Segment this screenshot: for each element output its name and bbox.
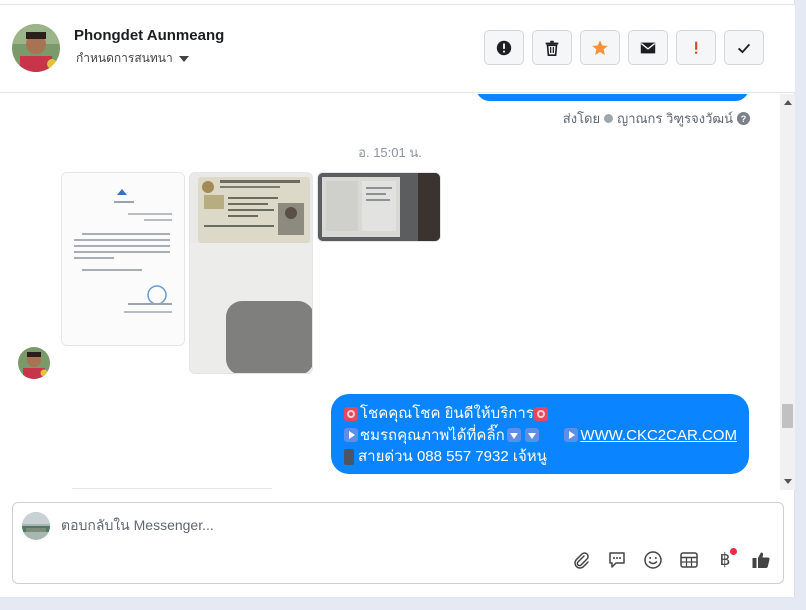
chat-bubble-icon: [609, 552, 625, 568]
star-icon: [592, 39, 608, 55]
play-button-icon: [344, 428, 358, 443]
baht-icon: ฿: [719, 550, 731, 570]
message-timestamp: อ. 15:01 น.: [358, 145, 422, 160]
mark-unread-button[interactable]: [628, 30, 668, 65]
mobile-phone-icon: [344, 448, 354, 465]
message-list[interactable]: ส่งโดย ญาณกร วิฑูรจงวัฒน์ ? อ. 15:01 น.: [0, 94, 780, 490]
attachment-id-card-image[interactable]: [189, 172, 313, 374]
message-line-3: สายด่วน 088 557 7932 เจ้หนู: [344, 446, 737, 468]
down-arrow-icon: [506, 428, 521, 443]
scroll-up-arrow-icon[interactable]: [784, 100, 792, 105]
sender-name: ญาณกร วิฑูรจงวัฒน์: [617, 111, 733, 126]
thumbs-up-icon: [752, 552, 770, 568]
previous-message-bubble: [476, 94, 749, 101]
conversation-header: Phongdet Aunmeang กำหนดการสนทนา: [0, 5, 795, 93]
partial-message-divider: [72, 488, 272, 489]
website-link[interactable]: WWW.CKC2CAR.COM: [580, 425, 737, 447]
play-button-icon: [564, 428, 579, 443]
table-icon: [680, 552, 698, 568]
reply-input[interactable]: [61, 513, 561, 537]
report-button[interactable]: [484, 30, 524, 65]
envelope-icon: [640, 42, 656, 53]
mark-done-button[interactable]: [724, 30, 764, 65]
down-arrow-icon: [524, 428, 539, 443]
check-icon: [737, 43, 751, 53]
notification-dot: [730, 548, 737, 555]
exclamation-icon: [695, 41, 698, 54]
reply-composer: ฿: [12, 502, 784, 584]
message-line-3-text: สายด่วน 088 557 7932 เจ้หนู: [358, 448, 547, 465]
scroll-thumb[interactable]: [782, 404, 793, 428]
help-icon[interactable]: ?: [737, 112, 750, 125]
flag-button[interactable]: [676, 30, 716, 65]
conversation-settings-dropdown[interactable]: กำหนดการสนทนา: [76, 49, 189, 68]
sent-message-bubble[interactable]: โชคคุณโชค ยินดีให้บริการ ชมรถคุณภาพได้ที…: [331, 394, 749, 474]
saved-replies-button[interactable]: [605, 548, 629, 572]
attach-button[interactable]: [569, 548, 593, 572]
message-line-2-text: ชมรถคุณภาพได้ที่คลิ๊ก: [359, 426, 505, 444]
contact-avatar-small[interactable]: [18, 347, 50, 379]
contact-name[interactable]: Phongdet Aunmeang: [74, 27, 224, 44]
sent-by-info: ส่งโดย ญาณกร วิฑูรจงวัฒน์ ?: [563, 108, 750, 129]
star-button[interactable]: [580, 30, 620, 65]
emoji-icon: [644, 551, 662, 569]
message-line-1: โชคคุณโชค ยินดีให้บริการ: [344, 403, 737, 425]
page-verified-icon: [604, 114, 614, 123]
header-actions: [484, 30, 764, 65]
message-line-2: ชมรถคุณภาพได้ที่คลิ๊ก WWW.CKC2CAR.COM: [344, 425, 737, 447]
attachment-document-image[interactable]: [61, 172, 185, 346]
page-avatar: [22, 512, 50, 540]
anger-symbol-icon: [533, 406, 548, 421]
anger-symbol-icon: [344, 406, 358, 421]
trash-icon: [545, 40, 559, 56]
composer-tools: ฿: [569, 548, 773, 572]
payment-button[interactable]: ฿: [713, 548, 737, 572]
conversation-settings-label: กำหนดการสนทนา: [76, 51, 173, 65]
report-icon: [496, 40, 512, 55]
attachment-book-image[interactable]: [317, 172, 441, 242]
message-scrollbar[interactable]: [780, 94, 795, 490]
appointment-button[interactable]: [677, 548, 701, 572]
like-button[interactable]: [749, 548, 773, 572]
contact-avatar[interactable]: [12, 24, 60, 72]
messenger-panel: Phongdet Aunmeang กำหนดการสนทนา ส่งโดย ญ…: [0, 0, 795, 597]
scroll-down-arrow-icon[interactable]: [784, 479, 792, 484]
delete-button[interactable]: [532, 30, 572, 65]
emoji-button[interactable]: [641, 548, 665, 572]
caret-down-icon: [178, 56, 189, 62]
paperclip-icon: [574, 552, 589, 569]
sent-by-label: ส่งโดย: [562, 111, 601, 126]
message-line-1-text: โชคคุณโชค ยินดีให้บริการ: [360, 405, 534, 422]
